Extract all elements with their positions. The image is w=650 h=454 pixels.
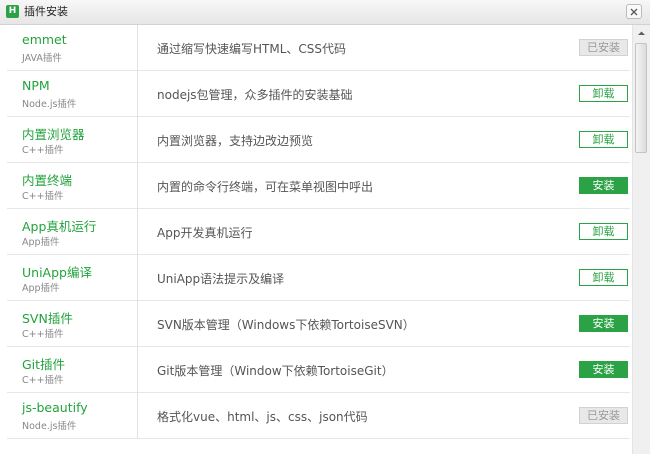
plugin-row: emmet JAVA插件 通过缩写快速编写HTML、CSS代码 已安装: [7, 25, 630, 71]
plugin-row: App真机运行 App插件 App开发真机运行 卸载: [7, 209, 630, 255]
hbuilder-logo-icon: H: [6, 5, 19, 18]
plugin-type: App插件: [22, 283, 60, 294]
plugin-name: js-beautify: [22, 400, 88, 415]
installed-button[interactable]: 已安装: [579, 39, 628, 56]
install-button[interactable]: 安装: [579, 177, 628, 194]
plugin-description: 内置的命令行终端，可在菜单视图中呼出: [157, 180, 374, 194]
plugin-type: C++插件: [22, 145, 64, 156]
plugin-description: 内置浏览器，支持边改边预览: [157, 134, 314, 148]
plugin-list: emmet JAVA插件 通过缩写快速编写HTML、CSS代码 已安装 NPM …: [7, 25, 630, 454]
chevron-up-icon: [638, 31, 645, 35]
plugin-row: UniApp编译 App插件 UniApp语法提示及编译 卸载: [7, 255, 630, 301]
plugin-name: App真机运行: [22, 219, 97, 234]
install-button[interactable]: 安装: [579, 315, 628, 332]
plugin-type: Node.js插件: [22, 421, 77, 432]
plugin-row: NPM Node.js插件 nodejs包管理，众多插件的安装基础 卸载: [7, 71, 630, 117]
plugin-description: UniApp语法提示及编译: [157, 272, 285, 286]
plugin-description: nodejs包管理，众多插件的安装基础: [157, 88, 353, 102]
close-button[interactable]: [626, 4, 642, 19]
scrollbar-thumb[interactable]: [635, 43, 647, 153]
plugin-row: js-beautify Node.js插件 格式化vue、html、js、css…: [7, 393, 630, 439]
close-icon: [630, 8, 638, 16]
installed-button[interactable]: 已安装: [579, 407, 628, 424]
plugin-type: JAVA插件: [22, 53, 62, 64]
plugin-type: Node.js插件: [22, 99, 77, 110]
plugin-type: C++插件: [22, 329, 64, 340]
plugin-description: App开发真机运行: [157, 226, 253, 240]
plugin-info-cell: UniApp编译 App插件: [7, 255, 138, 300]
plugin-name: Git插件: [22, 357, 66, 372]
plugin-info-cell: App真机运行 App插件: [7, 209, 138, 254]
scroll-up-button[interactable]: [633, 25, 650, 42]
plugin-info-cell: NPM Node.js插件: [7, 71, 138, 116]
plugin-name: emmet: [22, 32, 67, 47]
plugin-info-cell: 内置浏览器 C++插件: [7, 117, 138, 162]
plugin-row: 内置浏览器 C++插件 内置浏览器，支持边改边预览 卸载: [7, 117, 630, 163]
uninstall-button[interactable]: 卸载: [579, 269, 628, 286]
plugin-name: NPM: [22, 78, 50, 93]
plugin-info-cell: 内置终端 C++插件: [7, 163, 138, 208]
plugin-description: SVN版本管理（Windows下依赖TortoiseSVN）: [157, 318, 415, 332]
plugin-name: 内置浏览器: [22, 127, 85, 142]
plugin-row: SVN插件 C++插件 SVN版本管理（Windows下依赖TortoiseSV…: [7, 301, 630, 347]
plugin-info-cell: Git插件 C++插件: [7, 347, 138, 392]
plugin-description: Git版本管理（Window下依赖TortoiseGit）: [157, 364, 394, 378]
plugin-row: Git插件 C++插件 Git版本管理（Window下依赖TortoiseGit…: [7, 347, 630, 393]
window-title: 插件安装: [24, 5, 68, 18]
uninstall-button[interactable]: 卸载: [579, 131, 628, 148]
plugin-row: 内置终端 C++插件 内置的命令行终端，可在菜单视图中呼出 安装: [7, 163, 630, 209]
plugin-info-cell: SVN插件 C++插件: [7, 301, 138, 346]
plugin-info-cell: js-beautify Node.js插件: [7, 393, 138, 438]
plugin-info-cell: emmet JAVA插件: [7, 25, 138, 70]
plugin-name: 内置终端: [22, 173, 73, 188]
uninstall-button[interactable]: 卸载: [579, 85, 628, 102]
plugin-description: 格式化vue、html、js、css、json代码: [157, 410, 368, 424]
plugin-type: C++插件: [22, 375, 64, 386]
plugin-type: App插件: [22, 237, 60, 248]
vertical-scrollbar[interactable]: [632, 25, 650, 454]
uninstall-button[interactable]: 卸载: [579, 223, 628, 240]
install-button[interactable]: 安装: [579, 361, 628, 378]
plugin-name: SVN插件: [22, 311, 73, 326]
plugin-description: 通过缩写快速编写HTML、CSS代码: [157, 42, 347, 56]
plugin-name: UniApp编译: [22, 265, 92, 280]
title-bar: H 插件安装: [0, 0, 650, 25]
plugin-type: C++插件: [22, 191, 64, 202]
